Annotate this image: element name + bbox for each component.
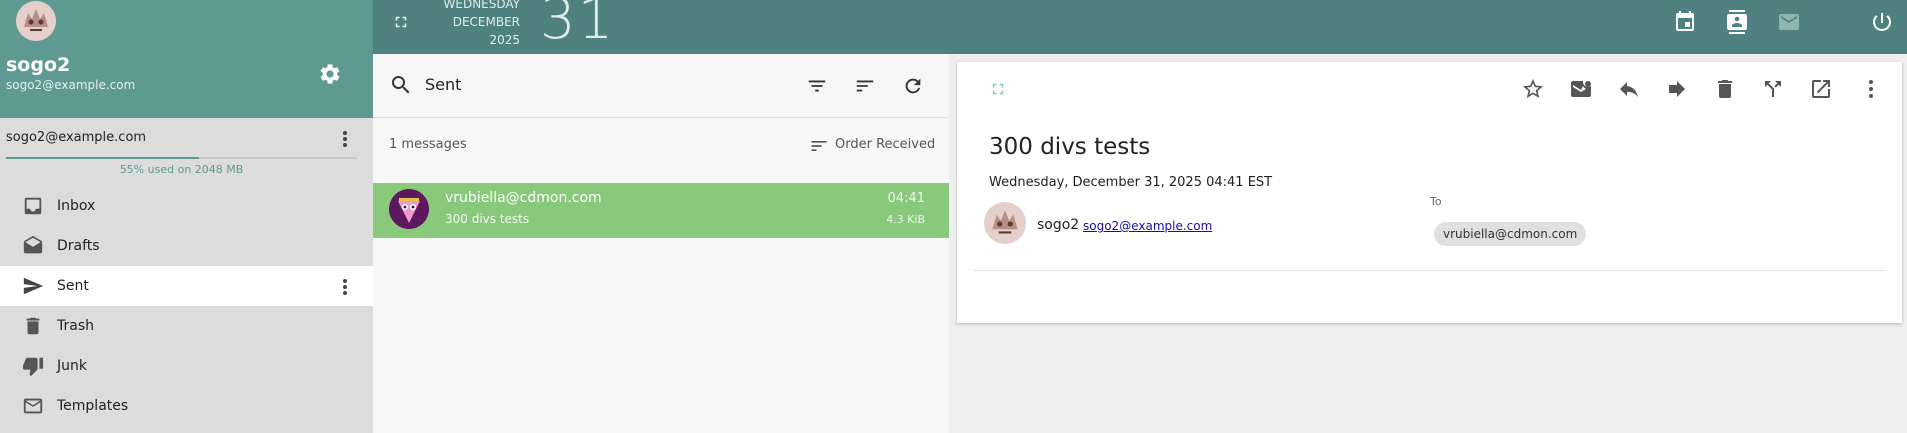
search-row: Sent <box>373 54 949 118</box>
folder-more-icon[interactable] <box>336 276 354 298</box>
message-date: Wednesday, December 31, 2025 04:41 EST <box>989 175 1273 190</box>
quota-bar <box>6 157 357 159</box>
message-subject-title: 300 divs tests <box>989 134 1151 160</box>
reply-icon[interactable] <box>1617 77 1641 101</box>
inbox-icon <box>22 195 44 217</box>
message-subject: 300 divs tests <box>445 212 530 226</box>
viewer-fullscreen-icon[interactable] <box>989 80 1007 98</box>
move-split-icon[interactable] <box>1761 77 1785 101</box>
sort-icon[interactable] <box>854 75 876 97</box>
folder-label: Sent <box>57 278 89 294</box>
from-name: sogo2 <box>1037 217 1080 233</box>
delete-icon[interactable] <box>1713 77 1737 101</box>
from-email-link[interactable]: sogo2@example.com <box>1083 219 1212 233</box>
quota-text: 55% used on 2048 MB <box>119 163 244 176</box>
mark-unread-icon[interactable] <box>1569 77 1593 101</box>
message-time: 04:41 <box>887 191 925 206</box>
folder-trash[interactable]: Trash <box>0 306 373 346</box>
templates-icon <box>22 395 44 417</box>
filter-icon[interactable] <box>806 75 828 97</box>
logout-power-icon[interactable] <box>1870 10 1894 34</box>
folder-sent[interactable]: Sent <box>0 266 373 306</box>
recipient-chip[interactable]: vrubiella@cdmon.com <box>1434 222 1587 246</box>
folder-label: Drafts <box>57 238 100 254</box>
quota-fill <box>6 157 200 159</box>
date-weekday: WEDNESDAY <box>443 0 521 11</box>
list-item[interactable]: vrubiella@cdmon.com 300 divs tests 04:41… <box>373 183 949 238</box>
message-list-pane: Sent 1 messages Order Received vrubiella… <box>373 54 949 433</box>
star-icon[interactable] <box>1521 77 1545 101</box>
to-label: To <box>1430 195 1442 208</box>
folder-inbox[interactable]: Inbox <box>0 186 373 226</box>
contacts-icon[interactable] <box>1725 10 1749 34</box>
divider <box>973 270 1885 271</box>
from-avatar <box>984 202 1026 244</box>
date-month: DECEMBER <box>452 15 520 29</box>
order-sort-icon <box>811 141 827 151</box>
user-name: sogo2 <box>6 54 71 76</box>
sidebar-header: sogo2 sogo2@example.com <box>0 0 373 118</box>
sender-avatar <box>389 189 429 229</box>
drafts-icon <box>22 235 44 257</box>
junk-icon <box>22 355 44 377</box>
sidebar: sogo2 sogo2@example.com sogo2@example.co… <box>0 0 373 433</box>
folder-drafts[interactable]: Drafts <box>0 226 373 266</box>
send-icon <box>22 275 44 297</box>
message-sender: vrubiella@cdmon.com <box>445 190 602 206</box>
account-email: sogo2@example.com <box>6 130 147 145</box>
date-day: 31 <box>540 0 616 52</box>
account-row[interactable]: sogo2@example.com <box>0 118 373 158</box>
folder-title: Sent <box>425 75 462 94</box>
message-count: 1 messages <box>389 137 467 152</box>
order-label: Order Received <box>835 137 936 152</box>
forward-icon[interactable] <box>1665 77 1689 101</box>
account-more-icon[interactable] <box>336 128 354 150</box>
trash-icon <box>22 315 44 337</box>
date-year: 2025 <box>489 33 520 47</box>
search-icon[interactable] <box>389 73 413 97</box>
date-text: WEDNESDAY DECEMBER 2025 <box>440 0 521 49</box>
user-email: sogo2@example.com <box>6 78 136 92</box>
mail-icon[interactable] <box>1777 10 1801 34</box>
more-options-icon[interactable] <box>1859 77 1883 101</box>
refresh-icon[interactable] <box>902 75 924 97</box>
user-avatar[interactable] <box>16 1 56 41</box>
folder-label: Inbox <box>57 198 96 214</box>
open-new-window-icon[interactable] <box>1809 77 1833 101</box>
message-viewer: 300 divs tests Wednesday, December 31, 2… <box>957 62 1902 323</box>
folder-junk[interactable]: Junk <box>0 346 373 386</box>
message-size: 4.3 KiB <box>886 213 925 226</box>
settings-gear-icon[interactable] <box>318 62 342 86</box>
folder-templates[interactable]: Templates <box>0 386 373 426</box>
folder-label: Junk <box>57 358 87 374</box>
folder-label: Templates <box>57 398 129 414</box>
fullscreen-icon[interactable] <box>392 13 410 31</box>
folder-label: Trash <box>57 318 94 334</box>
calendar-icon[interactable] <box>1673 10 1697 34</box>
